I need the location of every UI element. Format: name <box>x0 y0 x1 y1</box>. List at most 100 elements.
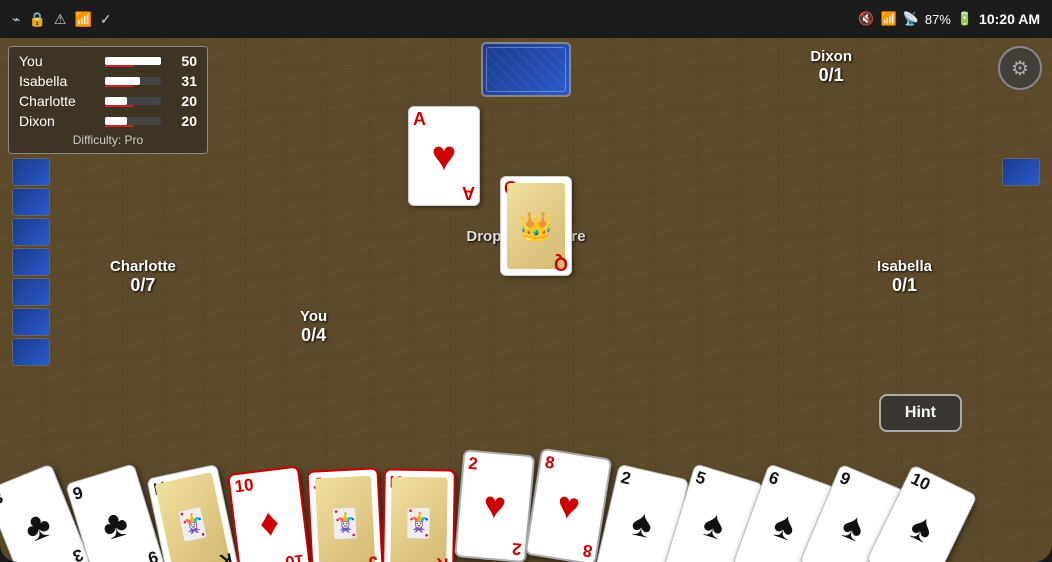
charlotte-info: Charlotte 0/7 <box>110 258 176 296</box>
warning-icon: ⚠ <box>54 11 67 28</box>
ace-suit-center: ♥ <box>432 135 457 177</box>
hand-card-2h[interactable]: 2 ♥ 2 <box>454 449 535 562</box>
hc-rank-b-8h: 8 <box>581 541 593 559</box>
score-panel: You 50 Isabella 31 Charlotte <box>8 46 208 154</box>
hint-button[interactable]: Hint <box>879 394 962 432</box>
hc-rank-3c: 3 <box>0 469 54 508</box>
score-name-isabella: Isabella <box>19 73 99 89</box>
dixon-name: Dixon <box>810 48 852 65</box>
isabella-name: Isabella <box>877 258 932 275</box>
hc-suit-2s: ♠ <box>628 504 656 546</box>
score-row-isabella: Isabella 31 <box>19 73 197 89</box>
settings-icon: ⚙ <box>1011 56 1029 81</box>
status-icons-left: ⌁ 🔒 ⚠ 📶 ✓ <box>12 11 112 28</box>
signal-icon: 📡 <box>903 11 919 27</box>
stack-card-1 <box>12 158 50 186</box>
score-row-you: You 50 <box>19 53 197 69</box>
stack-card-5 <box>12 278 50 306</box>
battery-icon: 🔋 <box>957 11 973 27</box>
hand-card-10d[interactable]: 10 ♦ 10 <box>227 465 312 562</box>
hc-rank-2h: 2 <box>468 455 529 477</box>
you-info: You 0/4 <box>300 308 327 346</box>
score-bar-charlotte <box>105 97 127 105</box>
you-name: You <box>300 308 327 325</box>
played-card-ace[interactable]: A ♥ A <box>408 106 480 206</box>
hc-face-jd: 🃏 <box>315 476 376 562</box>
ace-rank-top: A <box>413 110 475 128</box>
status-time: 10:20 AM <box>979 11 1040 27</box>
check-icon: ✓ <box>100 11 112 28</box>
hc-suit-9s: ♠ <box>836 506 869 549</box>
hc-face-kd: 🃏 <box>390 477 448 562</box>
score-name-charlotte: Charlotte <box>19 93 99 109</box>
hand-card-kd[interactable]: K 🃏 K <box>382 468 456 562</box>
hand-card-kc[interactable]: K 🃏 K <box>146 464 239 562</box>
score-value-dixon: 20 <box>167 113 197 129</box>
hc-rank-b-kd: K <box>436 555 449 562</box>
hc-rank-2s: 2 <box>619 469 683 500</box>
status-icons-right: 🔇 📶 📡 87% 🔋 10:20 AM <box>858 11 1040 27</box>
hc-suit-10d: ♦ <box>257 503 281 543</box>
score-bar-dixon <box>105 117 127 125</box>
score-bar-dixon-container <box>105 117 161 125</box>
charlotte-score: 0/7 <box>110 275 176 296</box>
score-value-isabella: 31 <box>167 73 197 89</box>
hand-area: 3 ♣ 3 9 ♣ 9 K 🃏 K 10 ♦ 10 <box>0 437 1052 562</box>
hc-rank-6s: 6 <box>767 469 831 506</box>
hc-suit-2h: ♥ <box>482 486 508 526</box>
dixon-info: Dixon 0/1 <box>810 48 852 86</box>
score-value-charlotte: 20 <box>167 93 197 109</box>
usb-icon: ⌁ <box>12 11 20 28</box>
top-deck[interactable] <box>481 42 571 97</box>
hc-rank-5s: 5 <box>694 468 758 502</box>
hc-rank-b-kc: K <box>218 550 234 562</box>
stack-card-6 <box>12 308 50 336</box>
wifi-crossed-icon: 📶 <box>74 11 91 28</box>
score-bar-charlotte-underline <box>105 105 133 107</box>
lock-icon: 🔒 <box>28 11 45 28</box>
score-bar-charlotte-container <box>105 97 161 105</box>
dixon-score: 0/1 <box>810 65 852 86</box>
hc-rank-b-10d: 10 <box>284 552 305 562</box>
hc-rank-b-3c: 3 <box>70 546 85 562</box>
score-bar-isabella-container <box>105 77 161 85</box>
hand-card-jd[interactable]: J 🃏 J <box>306 467 384 562</box>
left-card-stack <box>12 158 50 366</box>
score-bar-dixon-underline <box>105 125 133 127</box>
hc-rank-8h: 8 <box>544 454 606 480</box>
mute-icon: 🔇 <box>858 11 874 27</box>
score-bar-you <box>105 57 161 65</box>
score-row-dixon: Dixon 20 <box>19 113 197 129</box>
hc-rank-9c: 9 <box>71 468 135 502</box>
hc-suit-3c: ♣ <box>19 505 56 550</box>
stack-card-4 <box>12 248 50 276</box>
battery-percent: 87% <box>925 12 951 27</box>
charlotte-name: Charlotte <box>110 258 176 275</box>
score-bar-you-container <box>105 57 161 65</box>
deck-card[interactable] <box>481 42 571 97</box>
hc-suit-10s: ♠ <box>904 507 939 550</box>
score-bar-you-underline <box>105 65 133 67</box>
stack-card-3 <box>12 218 50 246</box>
hc-rank-b-jd: J <box>367 553 377 562</box>
hc-suit-9c: ♣ <box>98 504 133 548</box>
score-name-you: You <box>19 53 99 69</box>
hc-rank-10s: 10 <box>908 470 971 512</box>
played-card-queen[interactable]: Q 👑 Q <box>500 176 572 276</box>
isabella-score: 0/1 <box>877 275 932 296</box>
settings-button[interactable]: ⚙ <box>998 46 1042 90</box>
status-bar: ⌁ 🔒 ⚠ 📶 ✓ 🔇 📶 📡 87% 🔋 10:20 AM <box>0 0 1052 38</box>
hc-face-kc: 🃏 <box>155 472 231 562</box>
ace-rank-bottom: A <box>462 184 475 202</box>
hc-rank-10d: 10 <box>234 471 296 495</box>
score-name-dixon: Dixon <box>19 113 99 129</box>
hc-suit-6s: ♠ <box>768 505 800 548</box>
game-area: You 50 Isabella 31 Charlotte <box>0 38 1052 562</box>
score-bar-isabella <box>105 77 140 85</box>
hc-rank-9s: 9 <box>837 469 901 509</box>
deck-card-inner <box>486 47 566 92</box>
hc-rank-b-2h: 2 <box>511 540 522 558</box>
score-bar-isabella-underline <box>105 85 133 87</box>
hc-rank-b-9c: 9 <box>145 548 159 562</box>
isabella-info: Isabella 0/1 <box>877 258 932 296</box>
